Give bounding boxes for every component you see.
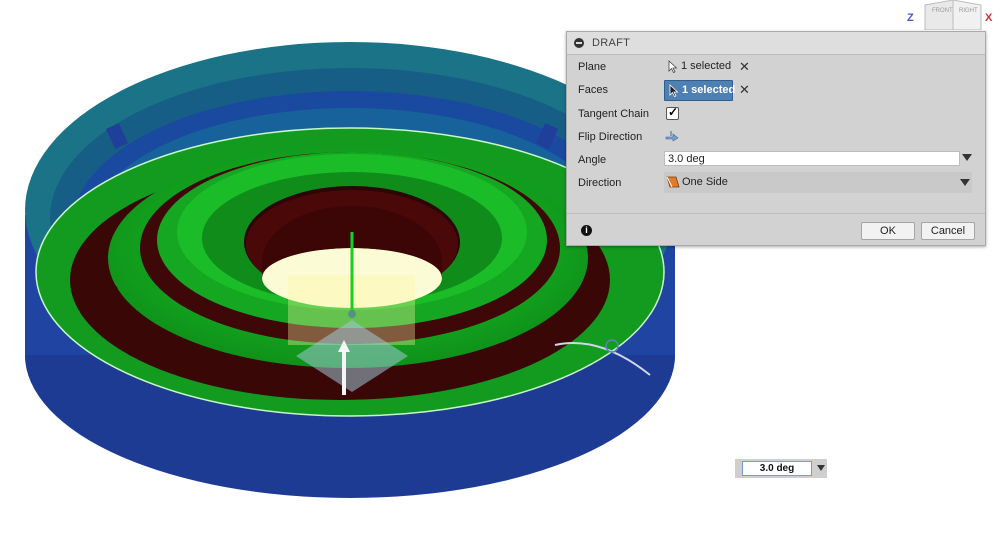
one-side-icon	[666, 176, 680, 188]
tangent-chain-label: Tangent Chain	[578, 108, 649, 120]
flip-direction-row: Flip Direction	[567, 126, 985, 149]
tangent-chain-row: Tangent Chain ✓	[567, 103, 985, 126]
plane-clear-icon[interactable]: ✕	[739, 59, 750, 75]
plane-selection-text: 1 selected	[681, 60, 732, 72]
draft-dialog: DRAFT Plane 1 selected ✕ Faces 1 selecte…	[566, 31, 986, 246]
plane-selection-button[interactable]: 1 selected	[664, 57, 731, 76]
axis-z-label: Z	[907, 12, 914, 24]
angle-row: Angle 3.0 deg	[567, 149, 985, 172]
viewcube-front-label: FRONT	[932, 8, 953, 14]
collapse-icon[interactable]	[574, 38, 584, 48]
flip-direction-label: Flip Direction	[578, 131, 643, 143]
viewcube-right-label: RIGHT	[959, 8, 978, 14]
dialog-header: DRAFT	[567, 32, 985, 55]
checkmark-icon: ✓	[668, 105, 679, 119]
plane-row: Plane 1 selected ✕	[567, 56, 985, 79]
select-cursor-icon	[668, 60, 678, 73]
select-cursor-icon	[669, 84, 679, 97]
axis-x-label: X	[985, 12, 993, 24]
floating-angle-field[interactable]: 3.0 deg	[742, 461, 812, 476]
viewport[interactable]: FRONT RIGHT Z X DRAFT Plane 1 selected ✕…	[0, 0, 1000, 541]
info-icon[interactable]: i	[581, 225, 592, 236]
angle-label: Angle	[578, 154, 607, 166]
cancel-button[interactable]: Cancel	[921, 222, 975, 240]
faces-selection-button[interactable]: 1 selected	[664, 80, 736, 101]
plane-label: Plane	[578, 61, 607, 73]
floating-angle-input: 3.0 deg	[735, 459, 827, 478]
flip-direction-icon[interactable]	[665, 130, 679, 142]
faces-selection-text: 1 selected	[682, 84, 736, 96]
dialog-divider	[567, 213, 985, 214]
direction-select[interactable]: One Side	[664, 172, 972, 193]
direction-row: Direction One Side	[567, 172, 985, 195]
dialog-title: DRAFT	[592, 37, 631, 49]
angle-input[interactable]: 3.0 deg	[664, 151, 960, 166]
tangent-chain-checkbox[interactable]: ✓	[666, 105, 679, 120]
angle-dropdown-icon[interactable]	[962, 154, 972, 161]
direction-dropdown-icon[interactable]	[960, 179, 970, 186]
faces-row: Faces 1 selected ✕	[567, 79, 985, 102]
floating-angle-dropdown-icon[interactable]	[817, 465, 825, 471]
faces-clear-icon[interactable]: ✕	[739, 82, 750, 98]
direction-label: Direction	[578, 177, 622, 189]
faces-label: Faces	[578, 84, 608, 96]
direction-value: One Side	[682, 176, 728, 188]
ok-button[interactable]: OK	[861, 222, 915, 240]
